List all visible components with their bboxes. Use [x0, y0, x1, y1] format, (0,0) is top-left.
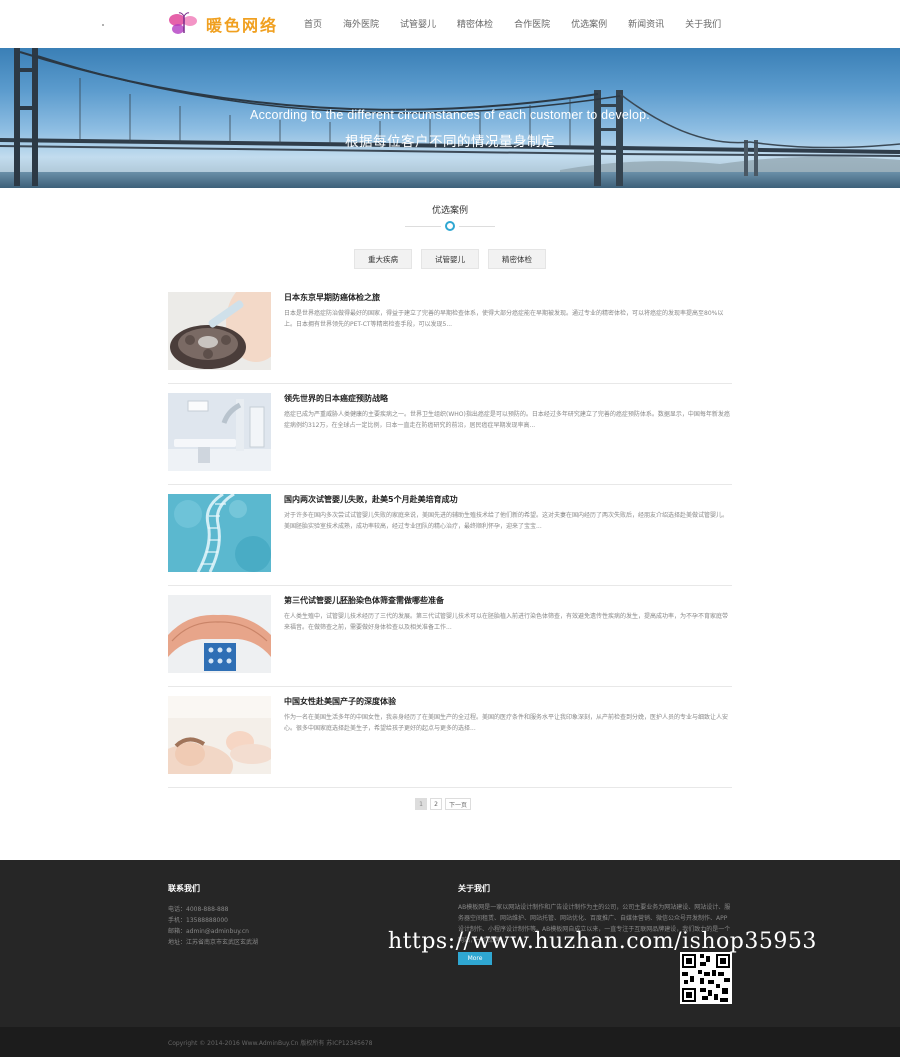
article-item[interactable]: 第三代试管婴儿胚胎染色体筛查需做哪些准备 在人类生殖中，试管婴儿技术经历了三代的… — [168, 585, 732, 687]
banner-headline-en: According to the different circumstances… — [250, 108, 650, 122]
article-thumbnail-xray-room[interactable] — [168, 393, 271, 471]
article-summary: 在人类生殖中，试管婴儿技术经历了三代的发展。第三代试管婴儿技术可以在胚胎植入前进… — [284, 613, 729, 631]
article-title[interactable]: 日本东京早期防癌体检之旅 — [284, 292, 380, 303]
article-title[interactable]: 中国女性赴美国产子的深度体验 — [284, 696, 396, 707]
main-nav: 首页 海外医院 试管婴儿 精密体检 合作医院 优选案例 新闻资讯 关于我们 — [304, 17, 742, 30]
tab-ivf[interactable]: 试管婴儿 — [421, 249, 479, 269]
article-item[interactable]: 日本东京早期防癌体检之旅 日本是世界癌症防治做得最好的国家，得益于建立了完善的早… — [168, 282, 732, 384]
article-thumbnail-protecting-hands[interactable] — [168, 595, 271, 673]
article-summary: 作为一名在美国生活多年的中国女性，我亲身经历了在美国生产的全过程。美国的医疗条件… — [284, 714, 729, 732]
next-page-button[interactable]: 下一页 — [445, 798, 472, 810]
nav-item-home[interactable]: 首页 — [304, 17, 322, 30]
contact-email: 邮箱：admin@adminbuy.cn — [168, 928, 249, 935]
nav-item-checkup[interactable]: 精密体检 — [457, 17, 493, 30]
contact-address: 地址：江苏省南京市玄武区玄武湖 — [168, 939, 259, 946]
logo-text: 暖色网络 — [206, 16, 279, 35]
contact-heading: 联系我们 — [168, 884, 200, 893]
article-item[interactable]: 中国女性赴美国产子的深度体验 作为一名在美国生活多年的中国女性，我亲身经历了在美… — [168, 686, 732, 788]
copyright-text: Copyright © 2014-2016 Www.AdminBuy.Cn 版权… — [168, 1040, 373, 1047]
nav-item-about[interactable]: 关于我们 — [685, 17, 721, 30]
site-logo[interactable]: 暖色网络 — [168, 10, 278, 38]
nav-item-news[interactable]: 新闻资讯 — [628, 17, 664, 30]
contact-phone: 电话：4008-888-888 — [168, 906, 229, 913]
nav-item-ivf[interactable]: 试管婴儿 — [400, 17, 436, 30]
contact-info: 电话：4008-888-888 手机：13588888000 邮箱：admin@… — [168, 904, 258, 948]
article-title[interactable]: 国内两次试管婴儿失败，赴美5个月赴美培育成功 — [284, 494, 458, 505]
nav-item-cases[interactable]: 优选案例 — [571, 17, 607, 30]
article-summary: 对于许多在国内多次尝试试管婴儿失败的家庭来说，美国先进的辅助生殖技术给了他们新的… — [284, 512, 729, 530]
pagination: 1 2 下一页 — [415, 798, 474, 810]
page-1-button[interactable]: 1 — [415, 798, 427, 810]
article-title[interactable]: 第三代试管婴儿胚胎染色体筛查需做哪些准备 — [284, 595, 444, 606]
about-heading: 关于我们 — [458, 884, 490, 893]
article-item[interactable]: 国内两次试管婴儿失败，赴美5个月赴美培育成功 对于许多在国内多次尝试试管婴儿失败… — [168, 484, 732, 586]
article-thumbnail-mother-baby[interactable] — [168, 696, 271, 774]
tab-checkup[interactable]: 精密体检 — [488, 249, 546, 269]
article-item[interactable]: 领先世界的日本癌症预防战略 癌症已成为严重威胁人类健康的主要疾病之一。世界卫生组… — [168, 383, 732, 485]
decor-dot — [102, 24, 104, 26]
title-divider-left — [405, 226, 441, 227]
site-header: 暖色网络 首页 海外医院 试管婴儿 精密体检 合作医院 优选案例 新闻资讯 关于… — [0, 0, 900, 48]
watermark-url: https://www.huzhan.com/ishop35953 — [388, 929, 817, 954]
article-thumbnail-centrifuge[interactable] — [168, 292, 271, 370]
nav-item-partner-hospitals[interactable]: 合作医院 — [514, 17, 550, 30]
page-2-button[interactable]: 2 — [430, 798, 442, 810]
copyright-bar: Copyright © 2014-2016 Www.AdminBuy.Cn 版权… — [0, 1027, 900, 1057]
title-circle-icon — [445, 221, 455, 231]
article-summary: 癌症已成为严重威胁人类健康的主要疾病之一。世界卫生组织(WHO)指出癌症是可以预… — [284, 411, 730, 429]
category-tabs: 重大疾病 试管婴儿 精密体检 — [354, 249, 555, 269]
tab-major-disease[interactable]: 重大疾病 — [354, 249, 412, 269]
banner-headline-zh: 根据每位客户不同的情况量身制定 — [345, 134, 555, 150]
contact-mobile: 手机：13588888000 — [168, 917, 228, 924]
section-title: 优选案例 — [431, 206, 468, 216]
qr-code-icon — [680, 952, 732, 1004]
butterfly-logo-icon — [168, 11, 202, 37]
site-footer: 联系我们 电话：4008-888-888 手机：13588888000 邮箱：a… — [0, 860, 900, 1027]
nav-item-overseas-hospitals[interactable]: 海外医院 — [343, 17, 379, 30]
title-divider-right — [459, 226, 495, 227]
article-thumbnail-dna[interactable] — [168, 494, 271, 572]
article-title[interactable]: 领先世界的日本癌症预防战略 — [284, 393, 388, 404]
article-summary: 日本是世界癌症防治做得最好的国家，得益于建立了完善的早期检查体系，使得大部分癌症… — [284, 310, 724, 328]
hero-banner: According to the different circumstances… — [0, 48, 900, 188]
